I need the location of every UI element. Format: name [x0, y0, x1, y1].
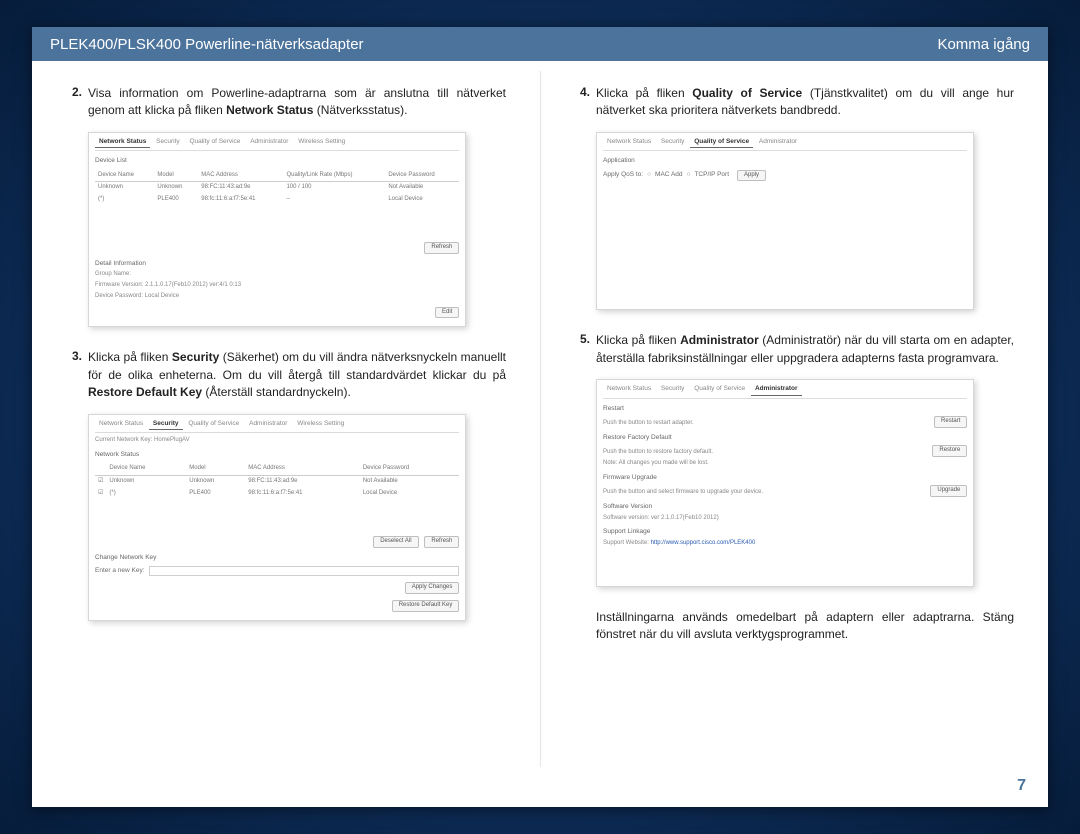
- screenshot-admin: Network Status Security Quality of Servi…: [596, 379, 974, 586]
- manual-page: PLEK400/PLSK400 Powerline-nätverksadapte…: [32, 27, 1048, 807]
- page-header: PLEK400/PLSK400 Powerline-nätverksadapte…: [32, 27, 1048, 61]
- step-text: Klicka på fliken Quality of Service (Tjä…: [596, 85, 1014, 120]
- screenshot-qos: Network Status Security Quality of Servi…: [596, 132, 974, 311]
- tabs-b: Network Status Security Quality of Servi…: [95, 419, 459, 433]
- refresh-button[interactable]: Refresh: [424, 242, 459, 254]
- step-text: Klicka på fliken Security (Säkerhet) om …: [88, 349, 506, 401]
- step-4: 4. Klicka på fliken Quality of Service (…: [574, 85, 1014, 120]
- step-number: 4.: [574, 85, 596, 120]
- step-number: 3.: [66, 349, 88, 401]
- screenshot-security: Network Status Security Quality of Servi…: [88, 414, 466, 621]
- restore-default-key-button[interactable]: Restore Default Key: [392, 600, 460, 612]
- network-key-input[interactable]: [149, 566, 460, 576]
- refresh-button[interactable]: Refresh: [424, 536, 459, 548]
- device-table: Device Name Model MAC Address Quality/Li…: [95, 170, 459, 206]
- step-number: 2.: [66, 85, 88, 120]
- step-text: Klicka på fliken Administrator (Administ…: [596, 332, 1014, 367]
- header-title-right: Komma igång: [937, 36, 1030, 53]
- step-number: 5.: [574, 332, 596, 367]
- restart-button[interactable]: Restart: [934, 416, 967, 428]
- apply-button[interactable]: Apply: [737, 170, 766, 182]
- deselect-all-button[interactable]: Deselect All: [373, 536, 418, 548]
- closing-paragraph: Inställningarna används omedelbart på ad…: [596, 609, 1014, 644]
- page-number: 7: [1017, 777, 1026, 795]
- left-column: 2. Visa information om Powerline-adaptra…: [32, 61, 540, 807]
- apply-changes-button[interactable]: Apply Changes: [405, 582, 460, 594]
- step-3: 3. Klicka på fliken Security (Säkerhet) …: [66, 349, 506, 401]
- step-5: 5. Klicka på fliken Administrator (Admin…: [574, 332, 1014, 367]
- upgrade-button[interactable]: Upgrade: [930, 485, 967, 497]
- step-2: 2. Visa information om Powerline-adaptra…: [66, 85, 506, 120]
- screenshot-network-status: Network Status Security Quality of Servi…: [88, 132, 466, 328]
- restore-button[interactable]: Restore: [932, 445, 967, 457]
- support-link[interactable]: http://www.support.cisco.com/PLEK400: [651, 540, 756, 546]
- tabs-a: Network Status Security Quality of Servi…: [95, 137, 459, 151]
- content-area: 2. Visa information om Powerline-adaptra…: [32, 61, 1048, 807]
- tabs-c: Network Status Security Quality of Servi…: [603, 137, 967, 151]
- security-table: Device Name Model MAC Address Device Pas…: [95, 463, 459, 499]
- edit-button[interactable]: Edit: [435, 307, 459, 319]
- tabs-d: Network Status Security Quality of Servi…: [603, 384, 967, 398]
- header-title-left: PLEK400/PLSK400 Powerline-nätverksadapte…: [50, 36, 364, 53]
- step-text: Visa information om Powerline-adaptrarna…: [88, 85, 506, 120]
- right-column: 4. Klicka på fliken Quality of Service (…: [540, 61, 1048, 807]
